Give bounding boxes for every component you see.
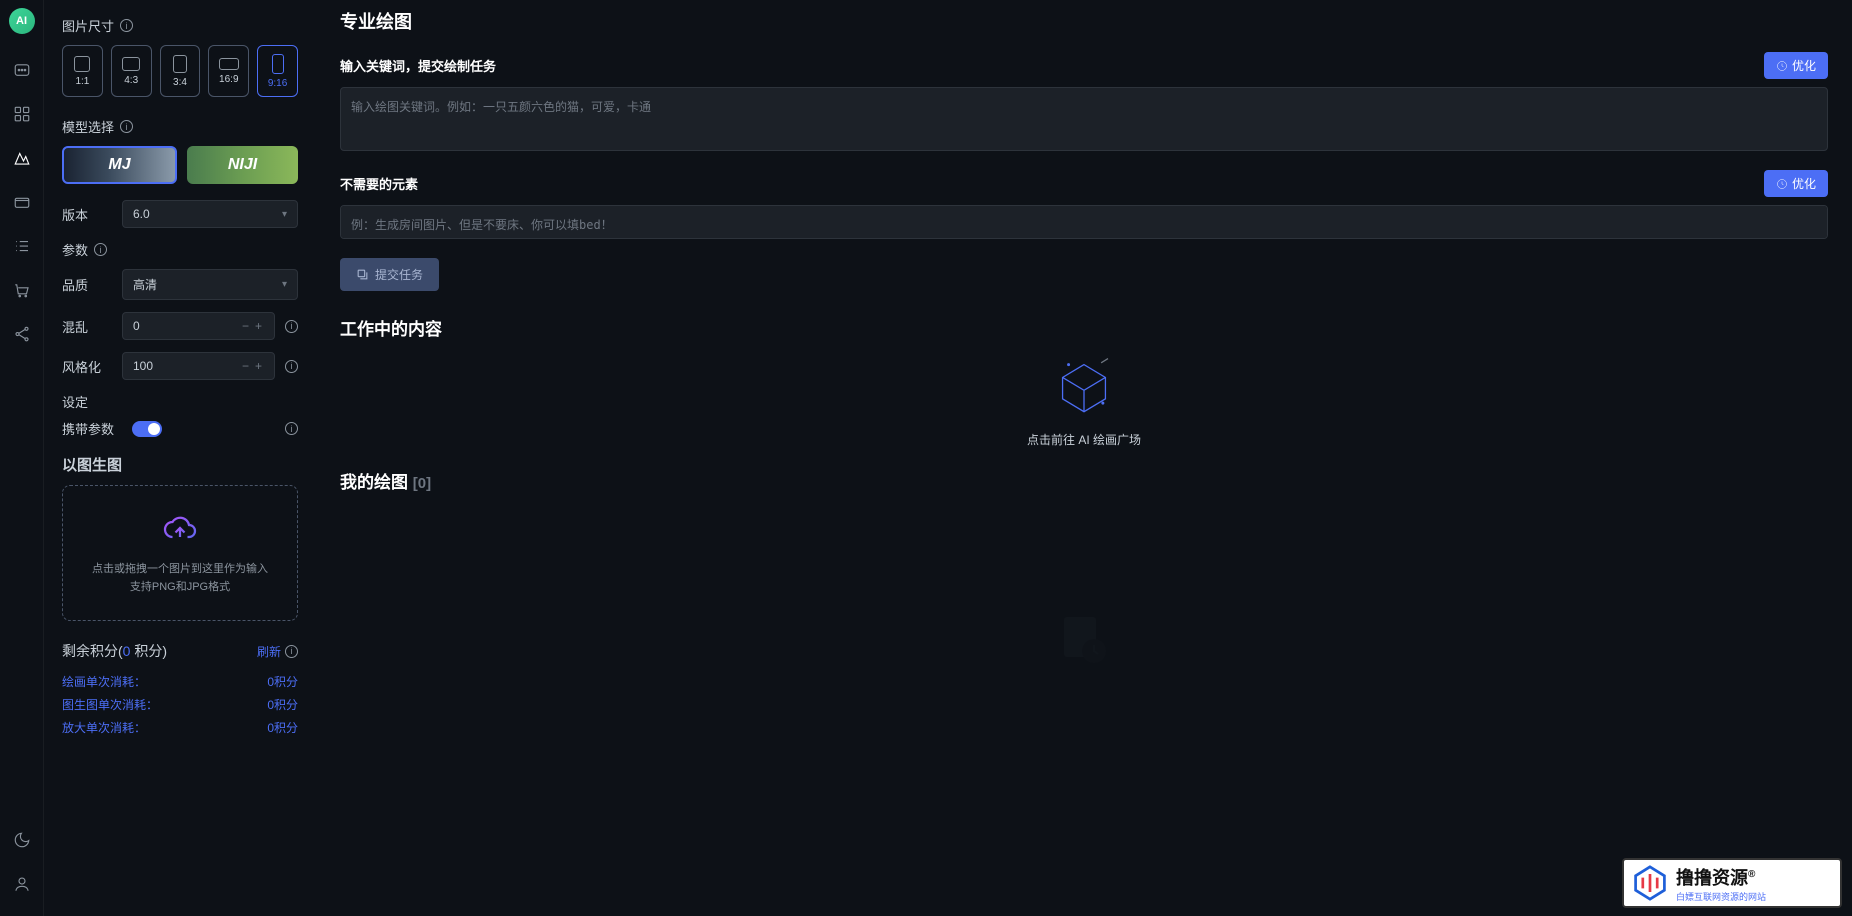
credit-row-upscale: 放大单次消耗：0积分 <box>62 719 298 736</box>
stylize-label: 风格化 <box>62 357 112 376</box>
settings-sidebar: 图片尺寸 i 1:1 4:3 3:4 16:9 9:16 模型选择 i MJ N… <box>44 0 316 916</box>
model-niji[interactable]: NIJI <box>187 146 298 184</box>
page-title: 专业绘图 <box>340 8 1828 34</box>
nav-share-icon[interactable] <box>10 322 34 346</box>
nav-chat-icon[interactable] <box>10 58 34 82</box>
my-drawings-title: 我的绘图 [0] <box>340 468 1828 493</box>
minus-icon[interactable]: − <box>240 319 251 333</box>
upload-dropzone[interactable]: 点击或拖拽一个图片到这里作为输入 支持PNG和JPG格式 <box>62 485 298 621</box>
working-content-title: 工作中的内容 <box>340 315 1828 340</box>
stylize-input[interactable]: 100 −+ <box>122 352 275 380</box>
nav-theme-icon[interactable] <box>10 828 34 852</box>
nav-draw-icon[interactable] <box>10 146 34 170</box>
submit-task-button[interactable]: 提交任务 <box>340 258 439 291</box>
ratio-4-3[interactable]: 4:3 <box>111 45 152 97</box>
refresh-button[interactable]: 刷新 i <box>257 643 298 660</box>
ratio-16-9[interactable]: 16:9 <box>208 45 249 97</box>
goto-gallery-link[interactable]: 点击前往 AI 绘画广场 <box>340 431 1828 448</box>
model-selector: MJ NIJI <box>62 146 298 184</box>
quality-select[interactable]: 高清▾ <box>122 269 298 300</box>
optimize-prompt-button[interactable]: 优化 <box>1764 52 1828 79</box>
plus-icon[interactable]: + <box>253 319 264 333</box>
optimize-negative-button[interactable]: 优化 <box>1764 170 1828 197</box>
credits-section: 剩余积分(0 积分) 刷新 i 绘画单次消耗：0积分 图生图单次消耗：0积分 放… <box>62 641 298 736</box>
nav-apps-icon[interactable] <box>10 102 34 126</box>
carry-params-label: 携带参数 <box>62 419 122 438</box>
info-icon[interactable]: i <box>120 120 133 133</box>
params-label: 参数 i <box>62 240 298 259</box>
nav-wallet-icon[interactable] <box>10 190 34 214</box>
info-icon[interactable]: i <box>94 243 107 256</box>
info-icon[interactable]: i <box>285 360 298 373</box>
plus-icon[interactable]: + <box>253 359 264 373</box>
minus-icon[interactable]: − <box>240 359 251 373</box>
credit-row-draw: 绘画单次消耗：0积分 <box>62 673 298 690</box>
chaos-input[interactable]: 0 −+ <box>122 312 275 340</box>
prompt-textarea[interactable] <box>340 87 1828 151</box>
upload-text-1: 点击或拖拽一个图片到这里作为输入 <box>75 561 285 579</box>
nav-list-icon[interactable] <box>10 234 34 258</box>
model-select-label: 模型选择 i <box>62 117 298 136</box>
settings-label: 设定 <box>62 392 298 411</box>
version-select[interactable]: 6.0▾ <box>122 200 298 228</box>
credit-row-img2img: 图生图单次消耗：0积分 <box>62 696 298 713</box>
chaos-label: 混乱 <box>62 317 112 336</box>
info-icon[interactable]: i <box>120 19 133 32</box>
main-content: 专业绘图 输入关键词，提交绘制任务 优化 不需要的元素 优化 <box>316 0 1852 916</box>
nav-user-icon[interactable] <box>10 872 34 896</box>
icon-sidebar: AI <box>0 0 44 916</box>
app-logo: AI <box>9 8 35 34</box>
aspect-ratio-selector: 1:1 4:3 3:4 16:9 9:16 <box>62 45 298 97</box>
watermark-badge: 撸撸资源® 白嫖互联网资源的网站 <box>1622 858 1842 908</box>
info-icon[interactable]: i <box>285 645 298 658</box>
negative-label: 不需要的元素 <box>340 174 418 193</box>
credits-label: 剩余积分(0 积分) <box>62 641 167 661</box>
version-label: 版本 <box>62 205 112 224</box>
carry-params-toggle[interactable] <box>132 421 162 437</box>
prompt-label: 输入关键词，提交绘制任务 <box>340 56 496 75</box>
negative-textarea[interactable] <box>340 205 1828 239</box>
quality-label: 品质 <box>62 275 112 294</box>
ratio-1-1[interactable]: 1:1 <box>62 45 103 97</box>
image-size-label: 图片尺寸 i <box>62 16 298 35</box>
info-icon[interactable]: i <box>285 422 298 435</box>
nav-cart-icon[interactable] <box>10 278 34 302</box>
ratio-9-16[interactable]: 9:16 <box>257 45 298 97</box>
img2img-label: 以图生图 <box>62 454 298 475</box>
upload-text-2: 支持PNG和JPG格式 <box>75 579 285 597</box>
info-icon[interactable]: i <box>285 320 298 333</box>
ratio-3-4[interactable]: 3:4 <box>160 45 201 97</box>
model-mj[interactable]: MJ <box>62 146 177 184</box>
